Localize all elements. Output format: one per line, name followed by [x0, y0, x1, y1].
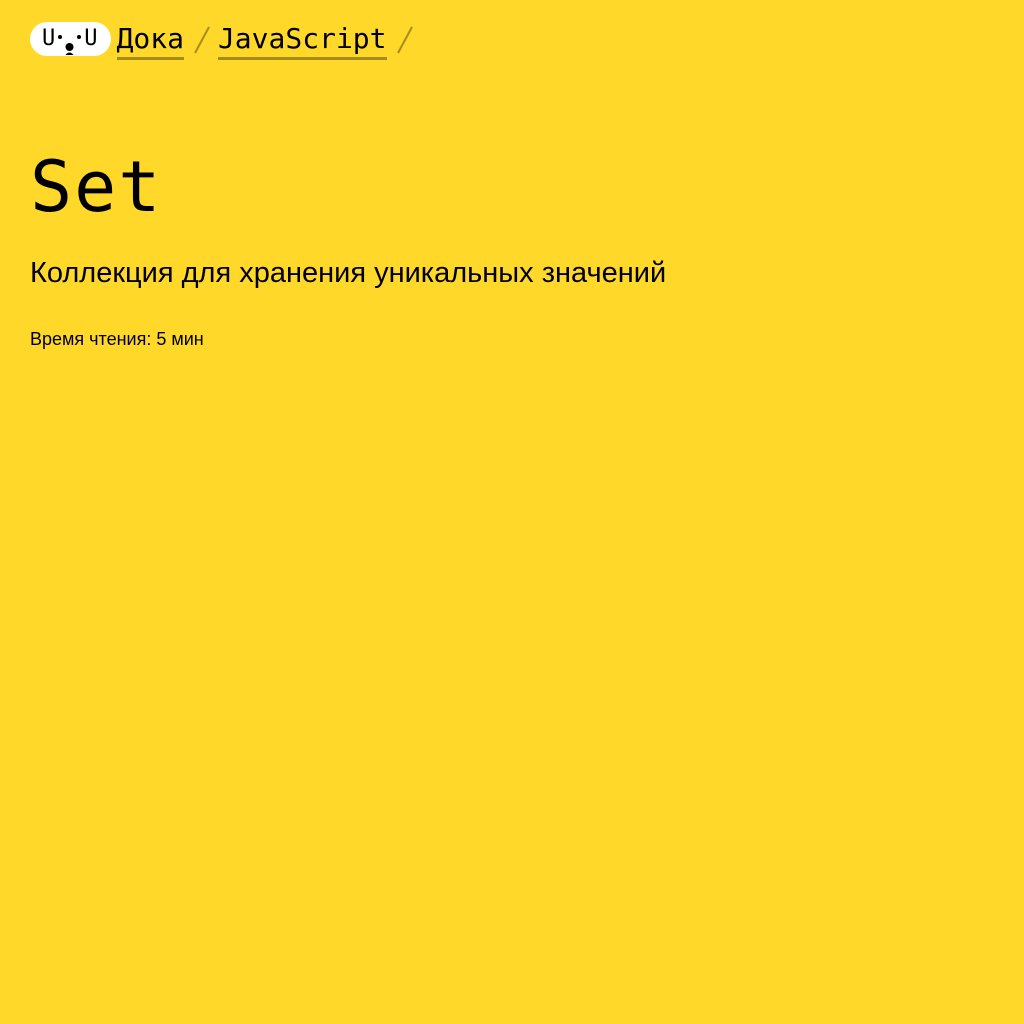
- logo-face-icon: [65, 33, 74, 55]
- breadcrumb-separator-icon: [192, 22, 212, 56]
- logo-eye-right-icon: [77, 35, 82, 39]
- site-logo-link[interactable]: U U: [30, 22, 111, 56]
- page-subtitle: Коллекция для хранения уникальных значен…: [30, 257, 667, 289]
- breadcrumb-separator-icon: [395, 22, 415, 56]
- logo-letter-right: U: [84, 26, 98, 51]
- logo-eye-left-icon: [58, 35, 63, 39]
- page-title: Set: [30, 146, 163, 228]
- breadcrumb-link-doka[interactable]: Дока: [116, 22, 184, 60]
- reading-time: Время чтения: 5 мин: [30, 329, 204, 349]
- logo-letter-left: U: [42, 26, 56, 51]
- breadcrumb-link-javascript[interactable]: JavaScript: [217, 22, 387, 60]
- breadcrumb: U U Дока JavaScript: [30, 22, 415, 62]
